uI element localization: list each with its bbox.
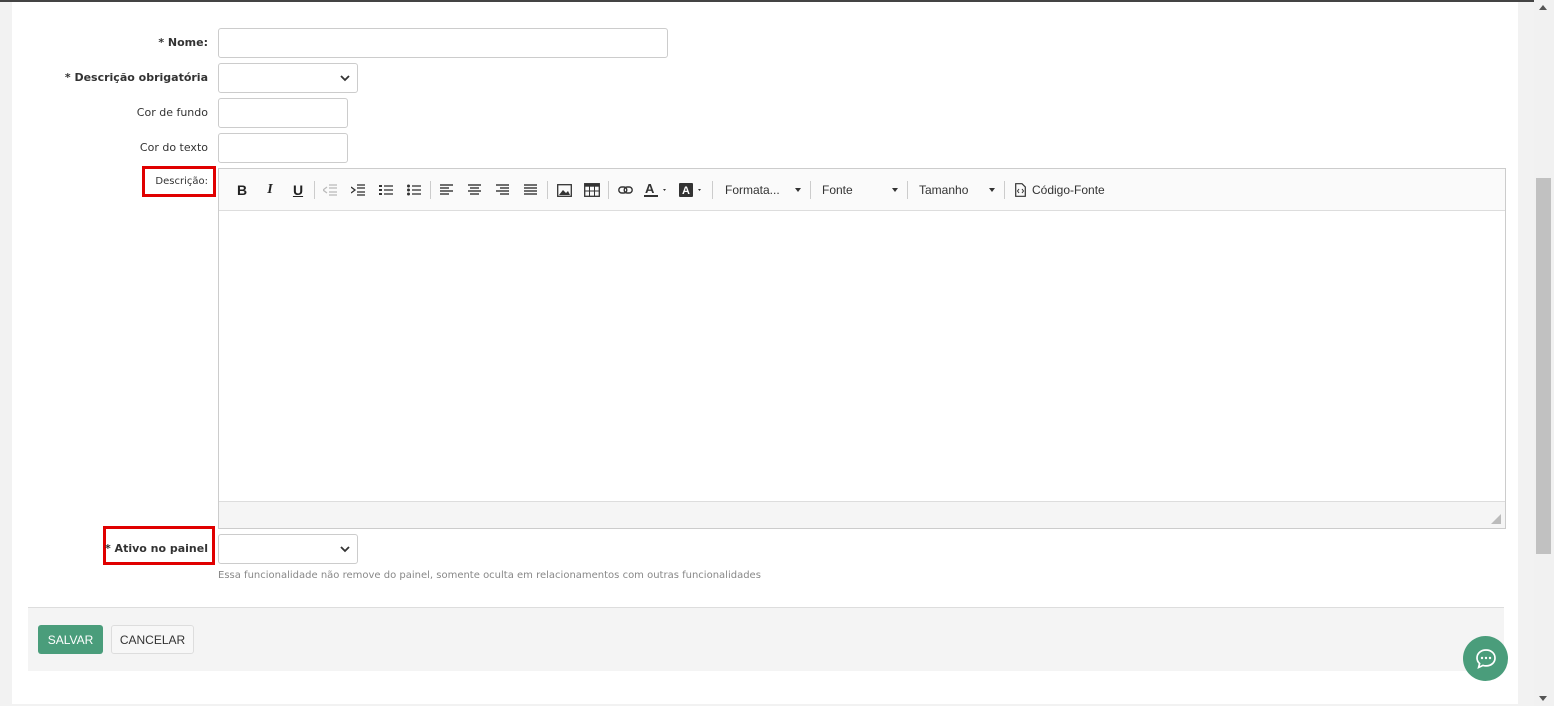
descricao-label: Descrição:	[155, 176, 208, 187]
format-dropdown[interactable]: Formata...	[725, 179, 780, 201]
cor-texto-label: Cor do texto	[139, 141, 208, 154]
toolbar-separator	[608, 181, 609, 199]
source-code-icon[interactable]	[1014, 179, 1026, 201]
font-dropdown[interactable]: Fonte	[822, 179, 853, 201]
align-left-icon[interactable]	[438, 179, 456, 201]
chat-button[interactable]	[1463, 636, 1508, 681]
align-right-icon[interactable]	[494, 179, 512, 201]
form-footer: SALVAR CANCELAR	[28, 607, 1504, 671]
toolbar-separator	[810, 181, 811, 199]
cor-fundo-label: Cor de fundo	[136, 106, 208, 119]
size-caret-icon	[989, 188, 995, 192]
cor-fundo-input[interactable]	[218, 98, 348, 128]
image-icon[interactable]	[555, 179, 573, 201]
rich-text-editor: B I U A A Formata... Fonte Tamanho Códig…	[218, 168, 1506, 529]
descricao-obrigatoria-select[interactable]	[218, 63, 358, 93]
bullet-list-icon[interactable]	[405, 179, 423, 201]
font-caret-icon	[892, 188, 898, 192]
toolbar-separator	[314, 181, 315, 199]
size-dropdown[interactable]: Tamanho	[919, 179, 968, 201]
toolbar-separator	[712, 181, 713, 199]
outdent-icon[interactable]	[321, 179, 339, 201]
nome-label: * Nome:	[158, 36, 208, 49]
editor-toolbar: B I U A A Formata... Fonte Tamanho Códig…	[219, 169, 1505, 211]
chat-icon	[1475, 648, 1496, 669]
toolbar-separator	[547, 181, 548, 199]
nome-input[interactable]	[218, 28, 668, 58]
toolbar-separator	[907, 181, 908, 199]
source-code-button[interactable]: Código-Fonte	[1032, 179, 1105, 201]
link-icon[interactable]	[616, 179, 634, 201]
numbered-list-icon[interactable]	[377, 179, 395, 201]
cancel-button[interactable]: CANCELAR	[111, 625, 194, 654]
align-center-icon[interactable]	[466, 179, 484, 201]
ativo-help-text: Essa funcionalidade não remove do painel…	[218, 570, 761, 581]
save-button[interactable]: SALVAR	[38, 625, 103, 654]
editor-statusbar	[219, 501, 1505, 528]
chevron-down-icon	[340, 75, 350, 82]
resize-handle-icon[interactable]	[1491, 514, 1501, 524]
ativo-select[interactable]	[218, 534, 358, 564]
toolbar-separator	[430, 181, 431, 199]
italic-button[interactable]: I	[261, 179, 279, 201]
table-icon[interactable]	[583, 179, 601, 201]
ativo-label: * Ativo no painel	[104, 542, 208, 555]
indent-icon[interactable]	[349, 179, 367, 201]
align-justify-icon[interactable]	[522, 179, 540, 201]
background-color-icon[interactable]: A	[678, 179, 706, 201]
toolbar-separator	[1004, 181, 1005, 199]
format-caret-icon	[795, 188, 801, 192]
scrollbar-thumb[interactable]	[1536, 178, 1551, 554]
cor-texto-input[interactable]	[218, 133, 348, 163]
bold-button[interactable]: B	[233, 179, 251, 201]
descricao-obrigatoria-label: * Descrição obrigatória	[64, 71, 208, 84]
svg-text:A: A	[682, 185, 690, 197]
editor-content-area[interactable]	[219, 211, 1505, 501]
scroll-down-arrow-icon[interactable]	[1539, 696, 1547, 701]
svg-text:A: A	[645, 182, 655, 196]
underline-button[interactable]: U	[289, 179, 307, 201]
text-color-icon[interactable]: A	[643, 179, 671, 201]
scroll-up-arrow-icon[interactable]	[1539, 5, 1547, 10]
chevron-down-icon	[340, 546, 350, 553]
